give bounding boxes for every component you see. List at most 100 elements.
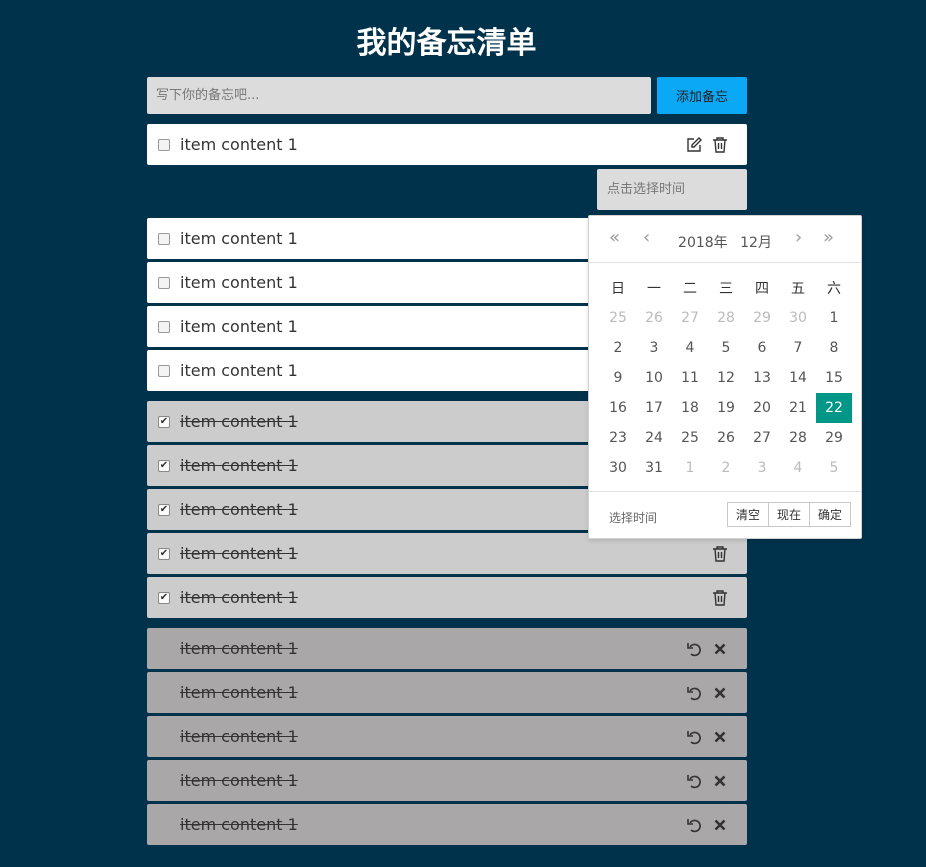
calendar-day[interactable]: 30: [600, 453, 636, 483]
calendar-day[interactable]: 19: [708, 393, 744, 423]
todo-checkbox[interactable]: [158, 276, 170, 289]
calendar-day[interactable]: 26: [636, 303, 672, 333]
weekday-label: 三: [719, 281, 733, 297]
weekday-label: 一: [647, 281, 661, 297]
confirm-button[interactable]: 确定: [808, 502, 851, 527]
now-button[interactable]: 现在: [767, 502, 810, 527]
calendar-day[interactable]: 15: [816, 363, 852, 393]
deleted-item: item content 1: [147, 672, 747, 713]
date-picker-footer: 选择时间 清空 现在 确定: [589, 491, 861, 538]
calendar-day[interactable]: 29: [744, 303, 780, 333]
calendar-day[interactable]: 24: [636, 423, 672, 453]
close-icon[interactable]: [711, 816, 729, 834]
deleted-text: item content 1: [180, 727, 298, 746]
undo-icon[interactable]: [685, 772, 703, 790]
deleted-text: item content 1: [180, 815, 298, 834]
calendar-day[interactable]: 27: [672, 303, 708, 333]
undo-icon[interactable]: [685, 816, 703, 834]
calendar-day[interactable]: 2: [708, 453, 744, 483]
done-checkbox[interactable]: ✔: [158, 459, 170, 472]
trash-icon[interactable]: [711, 589, 729, 607]
calendar-day[interactable]: 13: [744, 363, 780, 393]
calendar-day[interactable]: 1: [672, 453, 708, 483]
calendar-day[interactable]: 12: [708, 363, 744, 393]
calendar-day[interactable]: 30: [780, 303, 816, 333]
edit-icon[interactable]: [685, 136, 703, 154]
todo-text: item content 1: [180, 317, 298, 336]
undo-icon[interactable]: [685, 684, 703, 702]
todo-text: item content 1: [180, 229, 298, 248]
done-text: item content 1: [180, 456, 298, 475]
todo-item: item content 1: [147, 124, 747, 165]
undo-icon[interactable]: [685, 640, 703, 658]
calendar-day[interactable]: 9: [600, 363, 636, 393]
undo-icon[interactable]: [685, 728, 703, 746]
calendar-day[interactable]: 16: [600, 393, 636, 423]
calendar-day[interactable]: 6: [744, 333, 780, 363]
calendar-day[interactable]: 25: [600, 303, 636, 333]
clear-button[interactable]: 清空: [726, 502, 769, 527]
calendar-day[interactable]: 5: [816, 453, 852, 483]
calendar-day[interactable]: 31: [636, 453, 672, 483]
close-icon[interactable]: [711, 728, 729, 746]
calendar-day[interactable]: 4: [780, 453, 816, 483]
todo-checkbox[interactable]: [158, 232, 170, 245]
calendar-day[interactable]: 26: [708, 423, 744, 453]
calendar-day[interactable]: 28: [780, 423, 816, 453]
calendar-day[interactable]: 18: [672, 393, 708, 423]
calendar-day[interactable]: 27: [744, 423, 780, 453]
done-checkbox[interactable]: ✔: [158, 415, 170, 428]
add-memo-button[interactable]: 添加备忘: [657, 77, 747, 114]
next-year-button[interactable]: »: [823, 229, 834, 247]
todo-text: item content 1: [180, 273, 298, 292]
calendar-day[interactable]: 7: [780, 333, 816, 363]
done-checkbox[interactable]: ✔: [158, 591, 170, 604]
calendar-day[interactable]: 21: [780, 393, 816, 423]
calendar-day-selected[interactable]: 22: [816, 393, 852, 423]
done-item: ✔ item content 1: [147, 533, 747, 574]
weekday-label: 六: [827, 281, 841, 297]
close-icon[interactable]: [711, 640, 729, 658]
time-picker-input[interactable]: [597, 169, 747, 210]
calendar-day[interactable]: 8: [816, 333, 852, 363]
month-label[interactable]: 12月: [740, 235, 772, 251]
calendar-day[interactable]: 11: [672, 363, 708, 393]
year-label[interactable]: 2018年: [678, 235, 728, 251]
todo-checkbox[interactable]: [158, 364, 170, 377]
memo-input[interactable]: [147, 77, 651, 114]
done-checkbox[interactable]: ✔: [158, 547, 170, 560]
done-item: ✔ item content 1: [147, 577, 747, 618]
calendar-day[interactable]: 3: [636, 333, 672, 363]
calendar-day[interactable]: 5: [708, 333, 744, 363]
calendar-day[interactable]: 1: [816, 303, 852, 333]
todo-text: item content 1: [180, 361, 298, 380]
date-picker-header: « ‹ 2018年 12月 › »: [589, 216, 861, 263]
calendar-day[interactable]: 10: [636, 363, 672, 393]
calendar-day[interactable]: 4: [672, 333, 708, 363]
calendar-grid: 日 一 二 三 四 五 六 25 26 27 28 29 30 1 2 3 4 …: [600, 273, 852, 483]
calendar-day[interactable]: 25: [672, 423, 708, 453]
select-time-link[interactable]: 选择时间: [609, 509, 657, 526]
calendar-day[interactable]: 3: [744, 453, 780, 483]
trash-icon[interactable]: [711, 545, 729, 563]
calendar-day[interactable]: 28: [708, 303, 744, 333]
trash-icon[interactable]: [711, 136, 729, 154]
todo-checkbox[interactable]: [158, 320, 170, 333]
next-month-button[interactable]: ›: [795, 229, 802, 247]
weekday-label: 五: [791, 281, 805, 297]
done-checkbox[interactable]: ✔: [158, 503, 170, 516]
calendar-day[interactable]: 29: [816, 423, 852, 453]
calendar-day[interactable]: 14: [780, 363, 816, 393]
deleted-text: item content 1: [180, 771, 298, 790]
close-icon[interactable]: [711, 684, 729, 702]
close-icon[interactable]: [711, 772, 729, 790]
deleted-item: item content 1: [147, 716, 747, 757]
calendar-day[interactable]: 20: [744, 393, 780, 423]
calendar-day[interactable]: 17: [636, 393, 672, 423]
weekday-label: 二: [683, 281, 697, 297]
date-picker-popup: « ‹ 2018年 12月 › » 日 一 二 三 四 五 六 25 26 27: [588, 215, 862, 539]
todo-checkbox[interactable]: [158, 138, 170, 151]
add-memo-row: 添加备忘: [147, 77, 747, 114]
calendar-day[interactable]: 23: [600, 423, 636, 453]
calendar-day[interactable]: 2: [600, 333, 636, 363]
